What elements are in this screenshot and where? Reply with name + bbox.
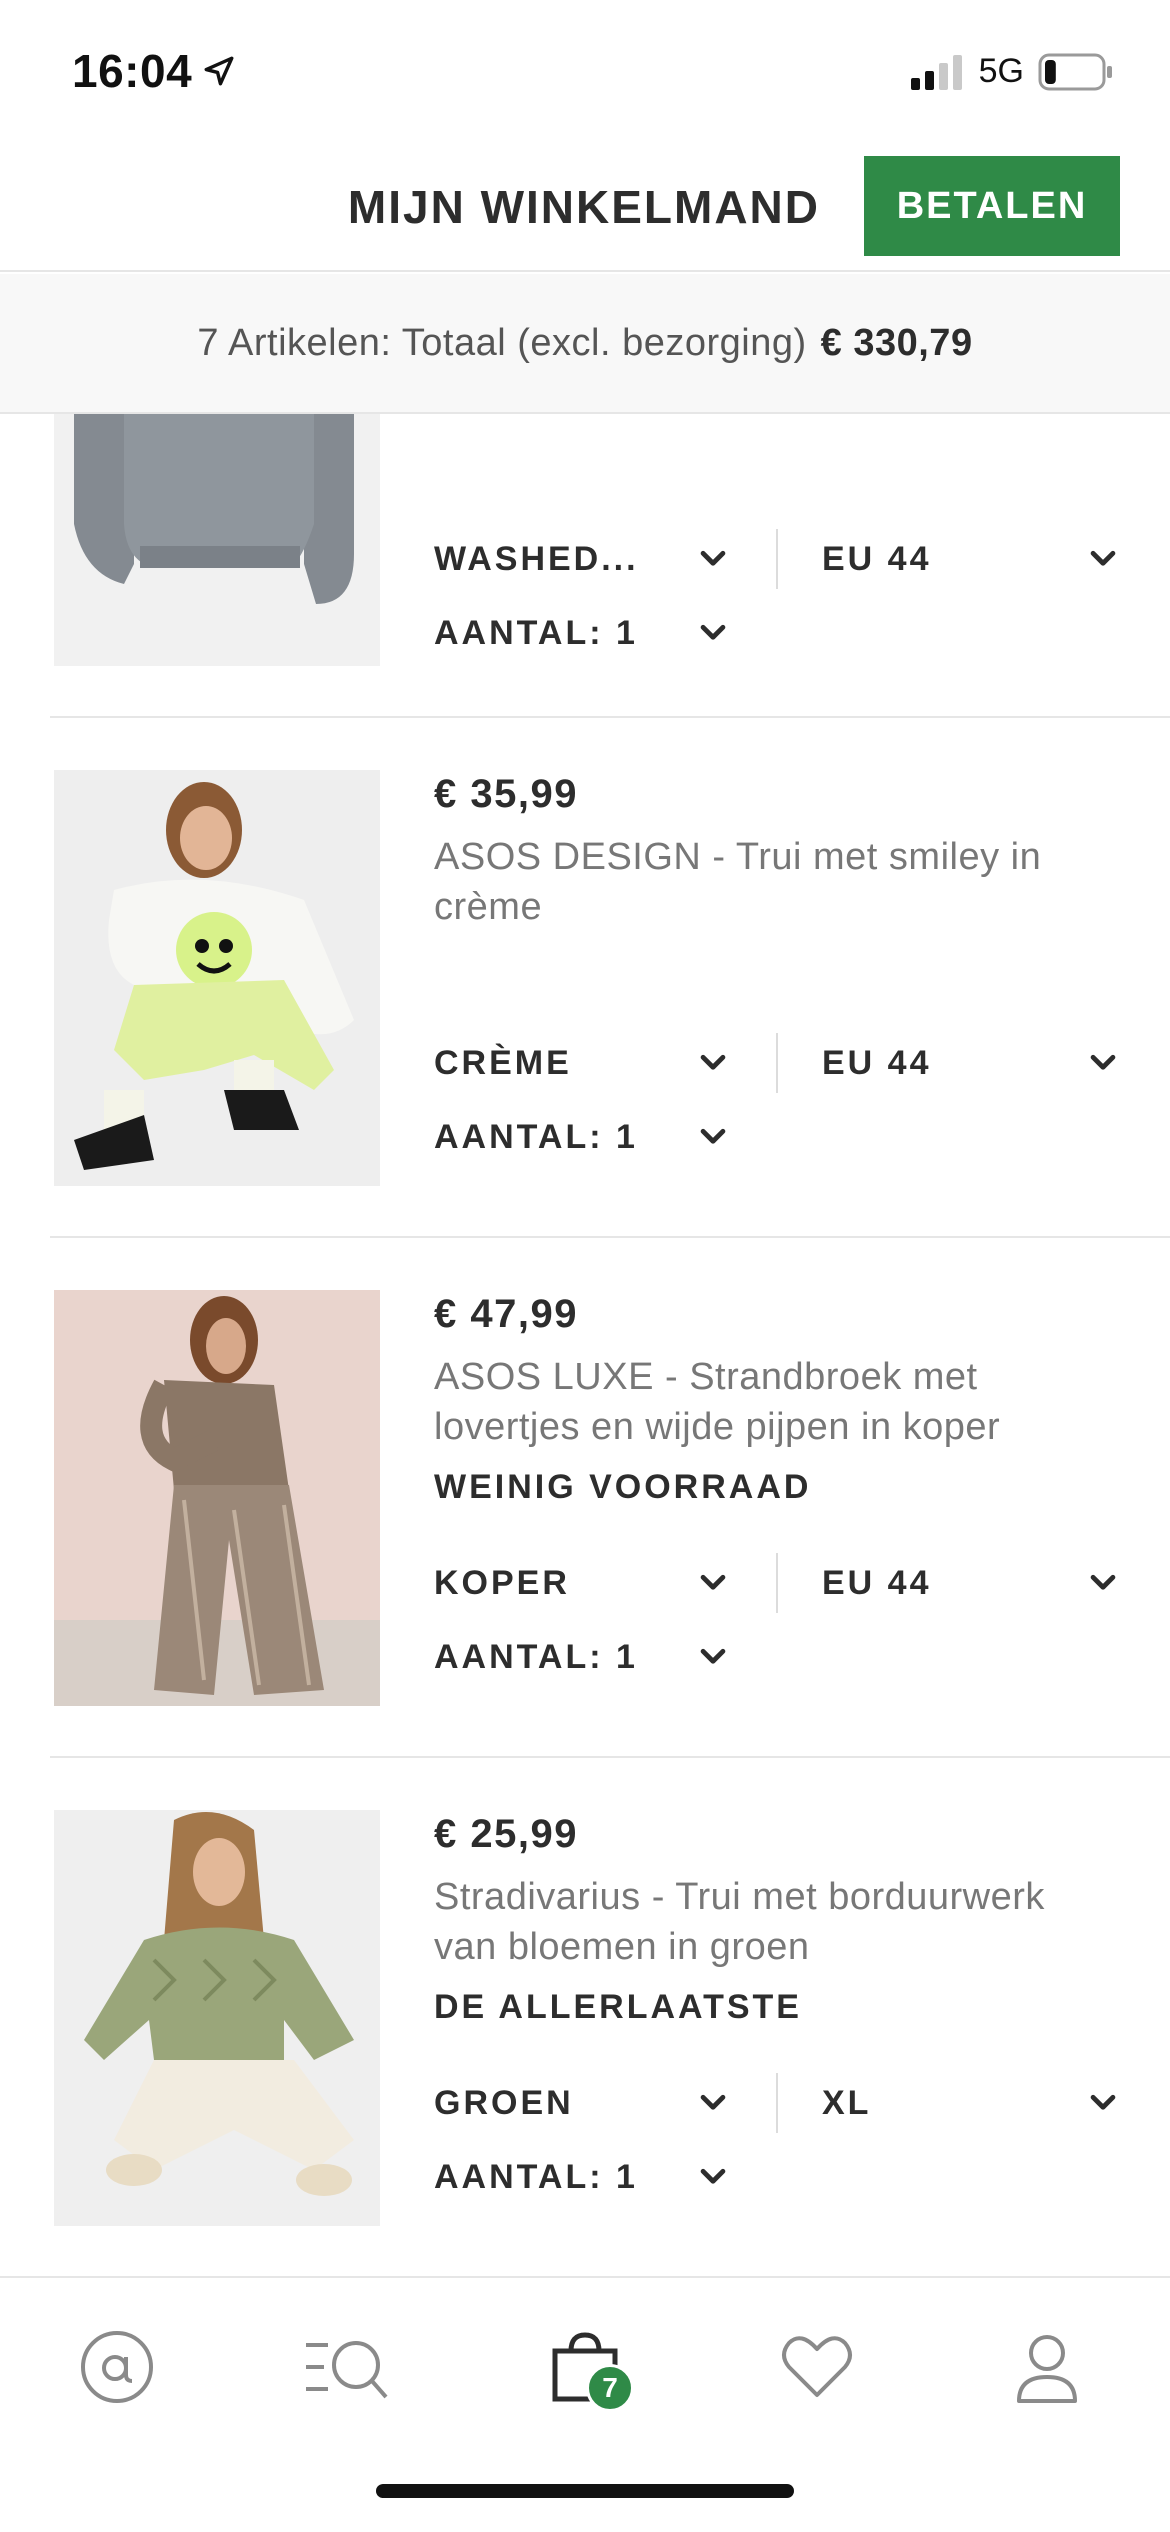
product-image[interactable] [54, 770, 380, 1186]
chevron-down-icon[interactable] [696, 2160, 730, 2194]
size-selector[interactable]: EU 44 [822, 1038, 932, 1088]
size-selector[interactable]: EU 44 [822, 1558, 932, 1608]
color-selector[interactable]: WASHED... [434, 534, 639, 584]
status-time: 16:04 [72, 44, 236, 98]
color-value: KOPER [434, 1563, 570, 1602]
quantity-selector[interactable]: AANTAL: 1 [434, 1112, 638, 1162]
item-price: € 35,99 [434, 772, 578, 816]
item-name[interactable]: Stradivarius - Trui met borduurwerk van … [434, 1872, 1074, 1972]
sequin-trousers-image [54, 1290, 380, 1706]
item-price: € 47,99 [434, 1292, 578, 1336]
product-image[interactable] [54, 1290, 380, 1706]
item-name[interactable]: ASOS DESIGN - Trui met smiley in crème [434, 832, 1074, 932]
item-price: € 25,99 [434, 1812, 578, 1856]
chevron-down-icon[interactable] [1086, 2086, 1120, 2120]
heart-icon [782, 2336, 852, 2397]
nav-home[interactable] [72, 2322, 162, 2412]
chevron-down-icon[interactable] [1086, 542, 1120, 576]
size-selector[interactable]: XL [822, 2078, 871, 2128]
quantity-value: AANTAL: 1 [434, 1117, 638, 1156]
color-selector[interactable]: KOPER [434, 1558, 570, 1608]
summary-total: € 330,79 [820, 321, 973, 364]
color-selector[interactable]: GROEN [434, 2078, 574, 2128]
nav-saved[interactable] [772, 2322, 862, 2412]
chevron-down-icon[interactable] [696, 616, 730, 650]
chevron-down-icon[interactable] [1086, 1046, 1120, 1080]
chevron-down-icon[interactable] [1086, 1566, 1120, 1600]
home-icon [81, 2331, 153, 2403]
size-value: EU 44 [822, 1043, 932, 1082]
search-icon [306, 2341, 388, 2399]
chevron-down-icon[interactable] [696, 542, 730, 576]
cart-header: MIJN WINKELMAND BETALEN [0, 150, 1170, 272]
size-value: EU 44 [822, 539, 932, 578]
color-value: WASHED... [434, 539, 639, 578]
sweater-image [54, 414, 380, 666]
color-selector[interactable]: CRÈME [434, 1038, 572, 1088]
product-image[interactable] [54, 1810, 380, 2226]
product-image[interactable] [54, 414, 380, 666]
location-arrow-icon [204, 56, 234, 86]
summary-label: 7 Artikelen: Totaal (excl. bezorging) [197, 321, 807, 364]
color-value: GROEN [434, 2083, 574, 2122]
clock: 16:04 [72, 45, 193, 97]
page-title: MIJN WINKELMAND [347, 181, 820, 233]
quantity-value: AANTAL: 1 [434, 1637, 638, 1676]
cart-item: € 35,99 ASOS DESIGN - Trui met smiley in… [0, 718, 1170, 1238]
status-indicators: 5G [910, 52, 1114, 91]
status-bar: 16:04 5G [0, 0, 1170, 140]
color-value: CRÈME [434, 1043, 572, 1082]
chevron-down-icon[interactable] [696, 1120, 730, 1154]
quantity-selector[interactable]: AANTAL: 1 [434, 1632, 638, 1682]
nav-account[interactable] [1002, 2322, 1092, 2412]
green-knit-sweater-image [54, 1810, 380, 2226]
stock-status: WEINIG VOORRAAD [434, 1468, 812, 1506]
account-icon [1017, 2335, 1077, 2403]
cart-item: WASHED... EU 44 AANTAL: 1 [0, 414, 1170, 718]
selector-divider [776, 1553, 778, 1613]
selector-divider [776, 2073, 778, 2133]
size-value: XL [822, 2083, 872, 2122]
nav-bag[interactable]: 7 [540, 2322, 634, 2412]
chevron-down-icon[interactable] [696, 1566, 730, 1600]
size-value: EU 44 [822, 1563, 932, 1602]
cart-item: € 25,99 Stradivarius - Trui met borduurw… [0, 1758, 1170, 2276]
selector-divider [776, 529, 778, 589]
chevron-down-icon[interactable] [696, 2086, 730, 2120]
bag-count-badge: 7 [586, 2364, 634, 2412]
smiley-sweater-image [54, 770, 380, 1186]
chevron-down-icon[interactable] [696, 1046, 730, 1080]
chevron-down-icon[interactable] [696, 1640, 730, 1674]
cart-summary: 7 Artikelen: Totaal (excl. bezorging) € … [0, 274, 1170, 414]
quantity-value: AANTAL: 1 [434, 2157, 638, 2196]
quantity-value: AANTAL: 1 [434, 613, 638, 652]
network-label: 5G [978, 52, 1024, 90]
quantity-selector[interactable]: AANTAL: 1 [434, 608, 638, 658]
signal-icon [910, 54, 962, 90]
stock-status: DE ALLERLAATSTE [434, 1988, 802, 2026]
home-indicator [376, 2484, 794, 2498]
battery-icon [1038, 53, 1112, 90]
item-name[interactable]: ASOS LUXE - Strandbroek met lovertjes en… [434, 1352, 1074, 1452]
quantity-selector[interactable]: AANTAL: 1 [434, 2152, 638, 2202]
checkout-button[interactable]: BETALEN [864, 156, 1120, 256]
selector-divider [776, 1033, 778, 1093]
size-selector[interactable]: EU 44 [822, 534, 932, 584]
nav-search[interactable] [302, 2322, 392, 2412]
cart-item: € 47,99 ASOS LUXE - Strandbroek met love… [0, 1238, 1170, 1758]
